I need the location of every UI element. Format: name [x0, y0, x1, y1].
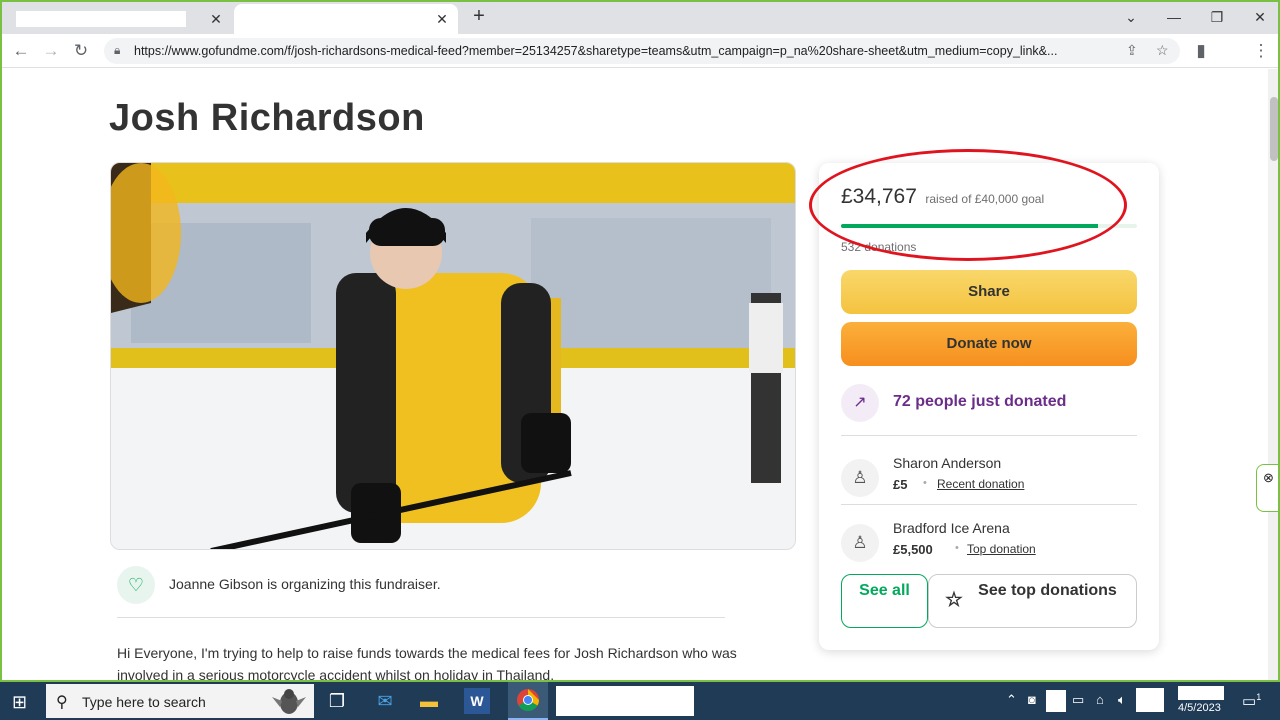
story-text: Hi Everyone, I'm trying to help to raise…: [117, 645, 737, 682]
chrome-taskbar-active[interactable]: [508, 682, 548, 720]
organizer-text: Joanne Gibson is organizing this fundrai…: [169, 576, 441, 592]
recent-donation-link[interactable]: Recent donation: [937, 477, 1024, 491]
page-title: Josh Richardson: [109, 97, 425, 139]
side-panel-icon[interactable]: ▮: [1190, 40, 1212, 62]
word-icon[interactable]: W: [464, 688, 490, 714]
browser-toolbar: ← → ↻ 🔒︎ https://www.gofundme.com/f/josh…: [2, 34, 1278, 68]
tray-chevron-icon[interactable]: ⌃: [1006, 692, 1017, 708]
tab-inactive[interactable]: ✕: [6, 4, 232, 34]
floating-close-icon[interactable]: ⊗: [1256, 464, 1278, 512]
search-icon: ⚲: [56, 694, 68, 711]
windows-start-icon[interactable]: ⊞: [12, 692, 27, 713]
donor-name: Bradford Ice Arena: [893, 520, 1010, 536]
battery-icon[interactable]: ▭: [1072, 692, 1084, 708]
share-page-icon[interactable]: ⇪: [1126, 42, 1138, 59]
forward-icon[interactable]: →: [40, 40, 62, 62]
tab-active[interactable]: ✕: [234, 4, 458, 34]
url-text[interactable]: https://www.gofundme.com/f/josh-richards…: [134, 44, 1109, 58]
mail-icon[interactable]: ✉: [372, 688, 398, 714]
close-tab-icon[interactable]: ✕: [208, 11, 224, 27]
donor-icon: ♙: [841, 524, 879, 562]
redacted-tray-icon: [1136, 688, 1164, 712]
redacted-taskbar-item: [556, 686, 694, 716]
notification-count: 1: [1256, 692, 1262, 702]
donor-amount: £5,500: [893, 542, 933, 557]
notification-icon[interactable]: ▭1: [1242, 692, 1261, 710]
restore-icon[interactable]: ❐: [1205, 6, 1229, 28]
new-tab-button[interactable]: +: [468, 6, 490, 28]
menu-dots-icon[interactable]: ⋮: [1250, 40, 1272, 62]
tab-title-redacted: [16, 11, 186, 27]
browser-window: ✕ ✕ + ⌄ — ❐ ✕ ← → ↻ 🔒︎ https://www.gofun…: [0, 0, 1280, 682]
clock-date[interactable]: 4/5/2023: [1178, 702, 1221, 714]
see-all-button[interactable]: See all: [841, 574, 928, 628]
campaign-photo: [110, 162, 796, 550]
recent-donations-trend: ↗ 72 people just donated: [841, 384, 1137, 426]
file-explorer-icon[interactable]: ▬: [416, 688, 442, 714]
tab-search-chevron-icon[interactable]: ⌄: [1119, 6, 1143, 28]
task-view-icon[interactable]: ❐: [324, 688, 350, 714]
donor-name: Sharon Anderson: [893, 455, 1002, 471]
share-button[interactable]: Share: [841, 270, 1137, 314]
donor-icon: ♙: [841, 459, 879, 497]
chrome-icon: [515, 688, 541, 714]
reload-icon[interactable]: ↻: [70, 40, 92, 62]
separator-dot: •: [923, 477, 927, 489]
search-placeholder: Type here to search: [82, 694, 206, 710]
organizer-info: ♡ Joanne Gibson is organizing this fundr…: [117, 566, 725, 618]
search-highlight-bird-icon: [272, 689, 306, 714]
star-icon: ☆: [945, 589, 963, 611]
see-top-donations-button[interactable]: ☆ See top donations: [928, 574, 1137, 628]
hockey-player-image: [111, 163, 795, 549]
organizer-user-icon: ♡: [117, 566, 155, 604]
trend-text: 72 people just donated: [893, 393, 1067, 410]
donor-item: ♙ Sharon Anderson £5 • Recent donation: [841, 455, 1137, 511]
back-icon[interactable]: ←: [10, 40, 32, 62]
tab-strip: ✕ ✕ + ⌄ — ❐ ✕: [2, 2, 1278, 34]
see-top-label: See top donations: [978, 582, 1117, 599]
divider: [841, 435, 1137, 436]
tray-app-icon[interactable]: ◙: [1028, 692, 1036, 707]
trend-up-icon: ↗: [841, 384, 879, 422]
page-content: Josh Richardson ♡ Joanne Gibson is organ…: [2, 69, 1268, 682]
page-scrollbar[interactable]: [1268, 69, 1278, 680]
redacted-clock-time: [1178, 686, 1224, 700]
scrollbar-thumb[interactable]: [1270, 97, 1278, 161]
taskbar-search[interactable]: ⚲ Type here to search: [46, 684, 314, 718]
donor-item: ♙ Bradford Ice Arena £5,500 • Top donati…: [841, 520, 1137, 576]
donor-amount: £5: [893, 477, 908, 492]
minimize-icon[interactable]: —: [1162, 6, 1186, 28]
close-window-icon[interactable]: ✕: [1248, 6, 1272, 28]
donate-now-button[interactable]: Donate now: [841, 322, 1137, 366]
red-annotation-circle: [809, 149, 1127, 261]
windows-taskbar: ⊞ ⚲ Type here to search ❐ ✉ ▬ W ⌃ ◙ ▭ ⌂ …: [0, 682, 1280, 720]
volume-icon[interactable]: 🔈︎: [1118, 692, 1126, 708]
top-donation-link[interactable]: Top donation: [967, 542, 1036, 556]
bookmark-star-icon[interactable]: ☆: [1156, 42, 1169, 59]
redacted-tray-icon: [1046, 690, 1066, 712]
divider: [841, 504, 1137, 505]
donation-card: £34,767 raised of £40,000 goal 532 donat…: [809, 149, 1159, 650]
network-icon[interactable]: ⌂: [1096, 692, 1104, 707]
address-bar[interactable]: 🔒︎ https://www.gofundme.com/f/josh-richa…: [104, 38, 1180, 64]
separator-dot: •: [955, 542, 959, 554]
lock-icon: 🔒︎: [114, 43, 121, 57]
close-tab-icon[interactable]: ✕: [434, 11, 450, 27]
